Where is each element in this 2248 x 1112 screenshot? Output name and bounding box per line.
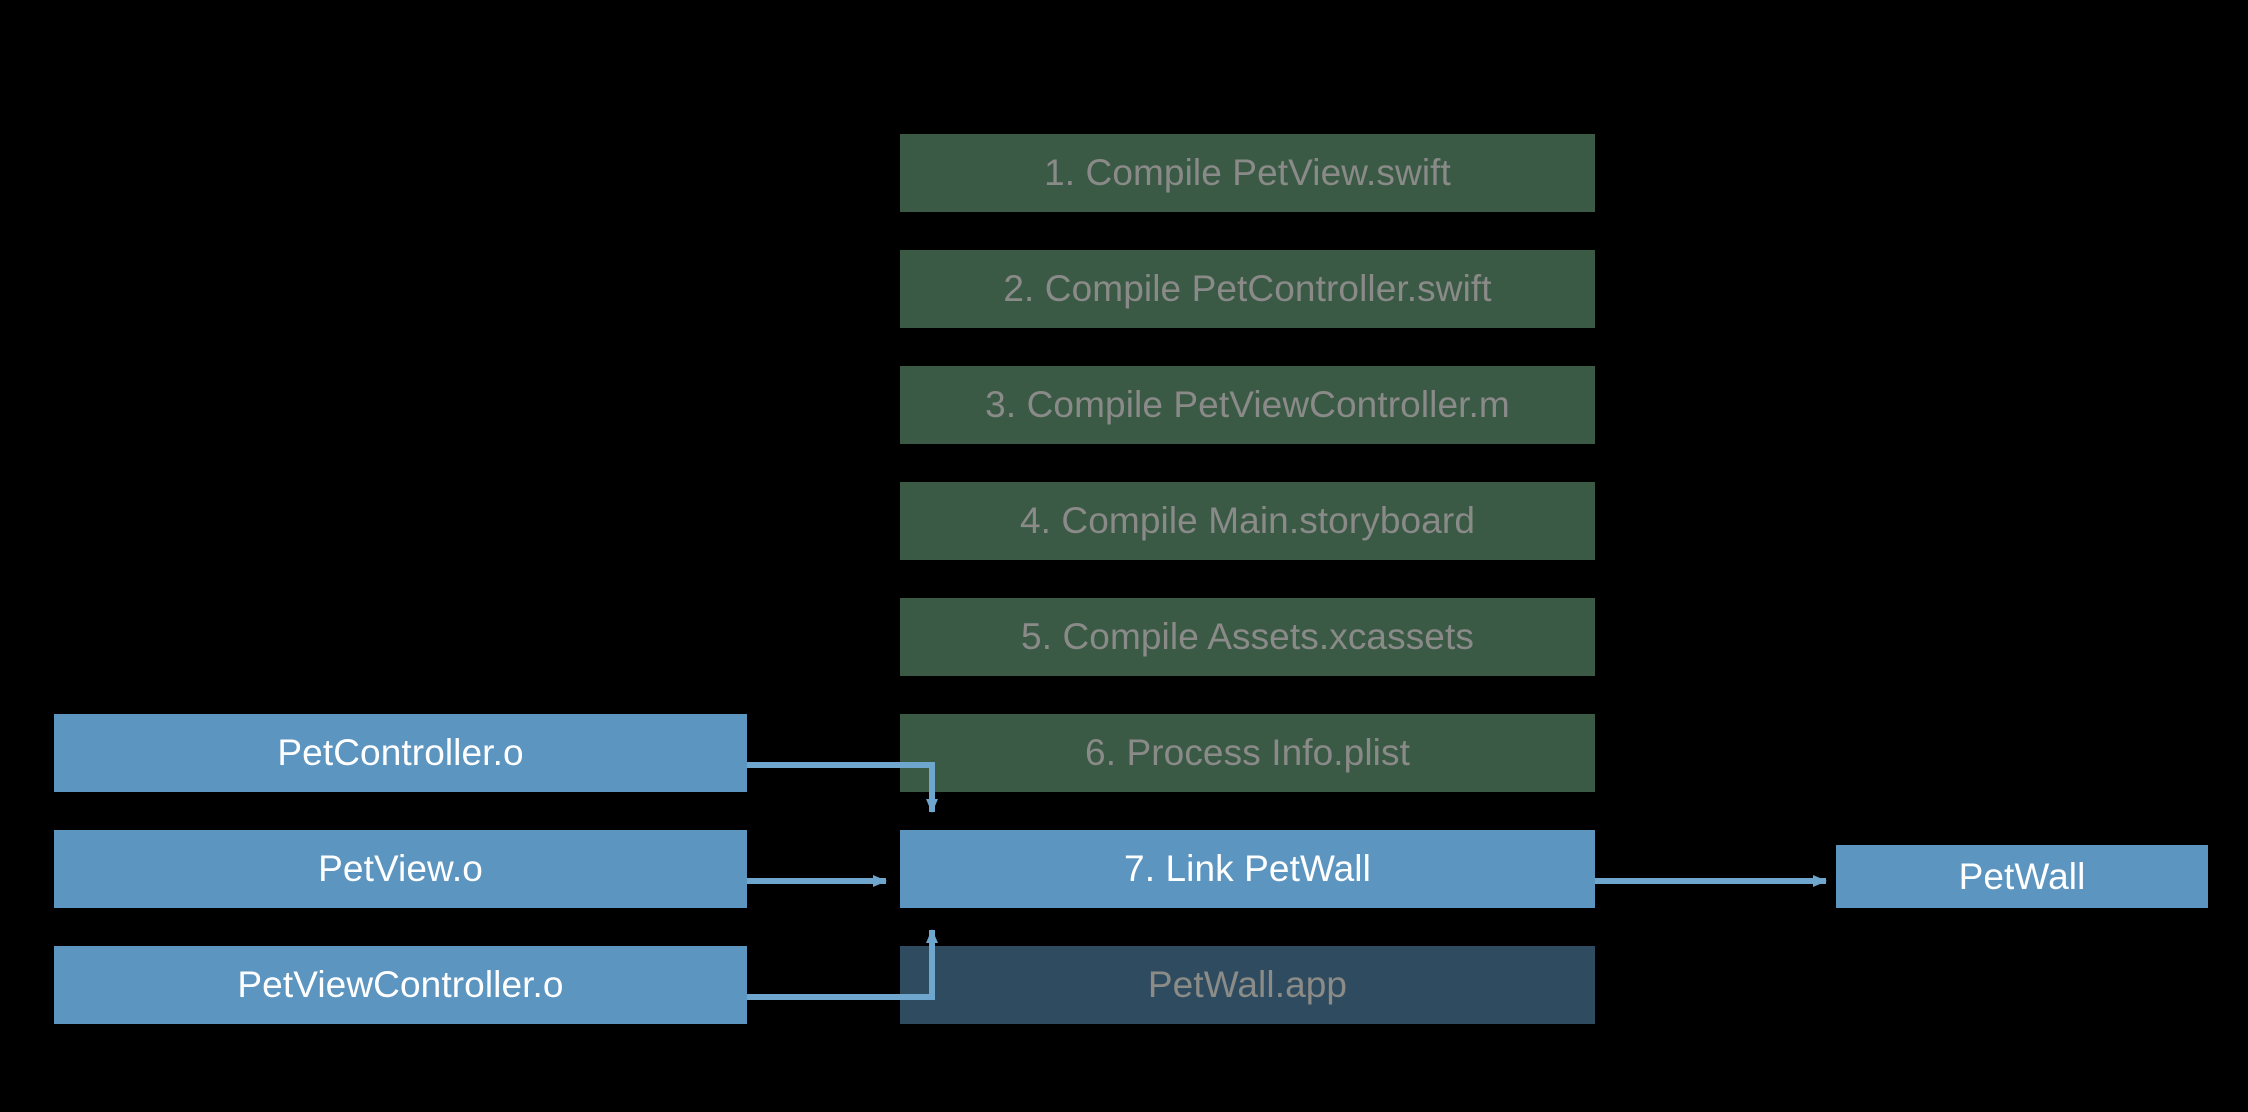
- build-step-7[interactable]: 7. Link PetWall: [900, 830, 1595, 908]
- build-step-4[interactable]: 4. Compile Main.storyboard: [900, 482, 1595, 560]
- input-petview-o[interactable]: PetView.o: [54, 830, 747, 908]
- build-step-3[interactable]: 3. Compile PetViewController.m: [900, 366, 1595, 444]
- build-artifact-petwall-app[interactable]: PetWall.app: [900, 946, 1595, 1024]
- input-petviewcontroller-o[interactable]: PetViewController.o: [54, 946, 747, 1024]
- output-petwall[interactable]: PetWall: [1836, 845, 2208, 908]
- build-step-1[interactable]: 1. Compile PetView.swift: [900, 134, 1595, 212]
- build-step-2[interactable]: 2. Compile PetController.swift: [900, 250, 1595, 328]
- input-petcontroller-o[interactable]: PetController.o: [54, 714, 747, 792]
- build-graph-canvas: 1. Compile PetView.swift 2. Compile PetC…: [0, 0, 2248, 1112]
- build-step-6[interactable]: 6. Process Info.plist: [900, 714, 1595, 792]
- build-step-5[interactable]: 5. Compile Assets.xcassets: [900, 598, 1595, 676]
